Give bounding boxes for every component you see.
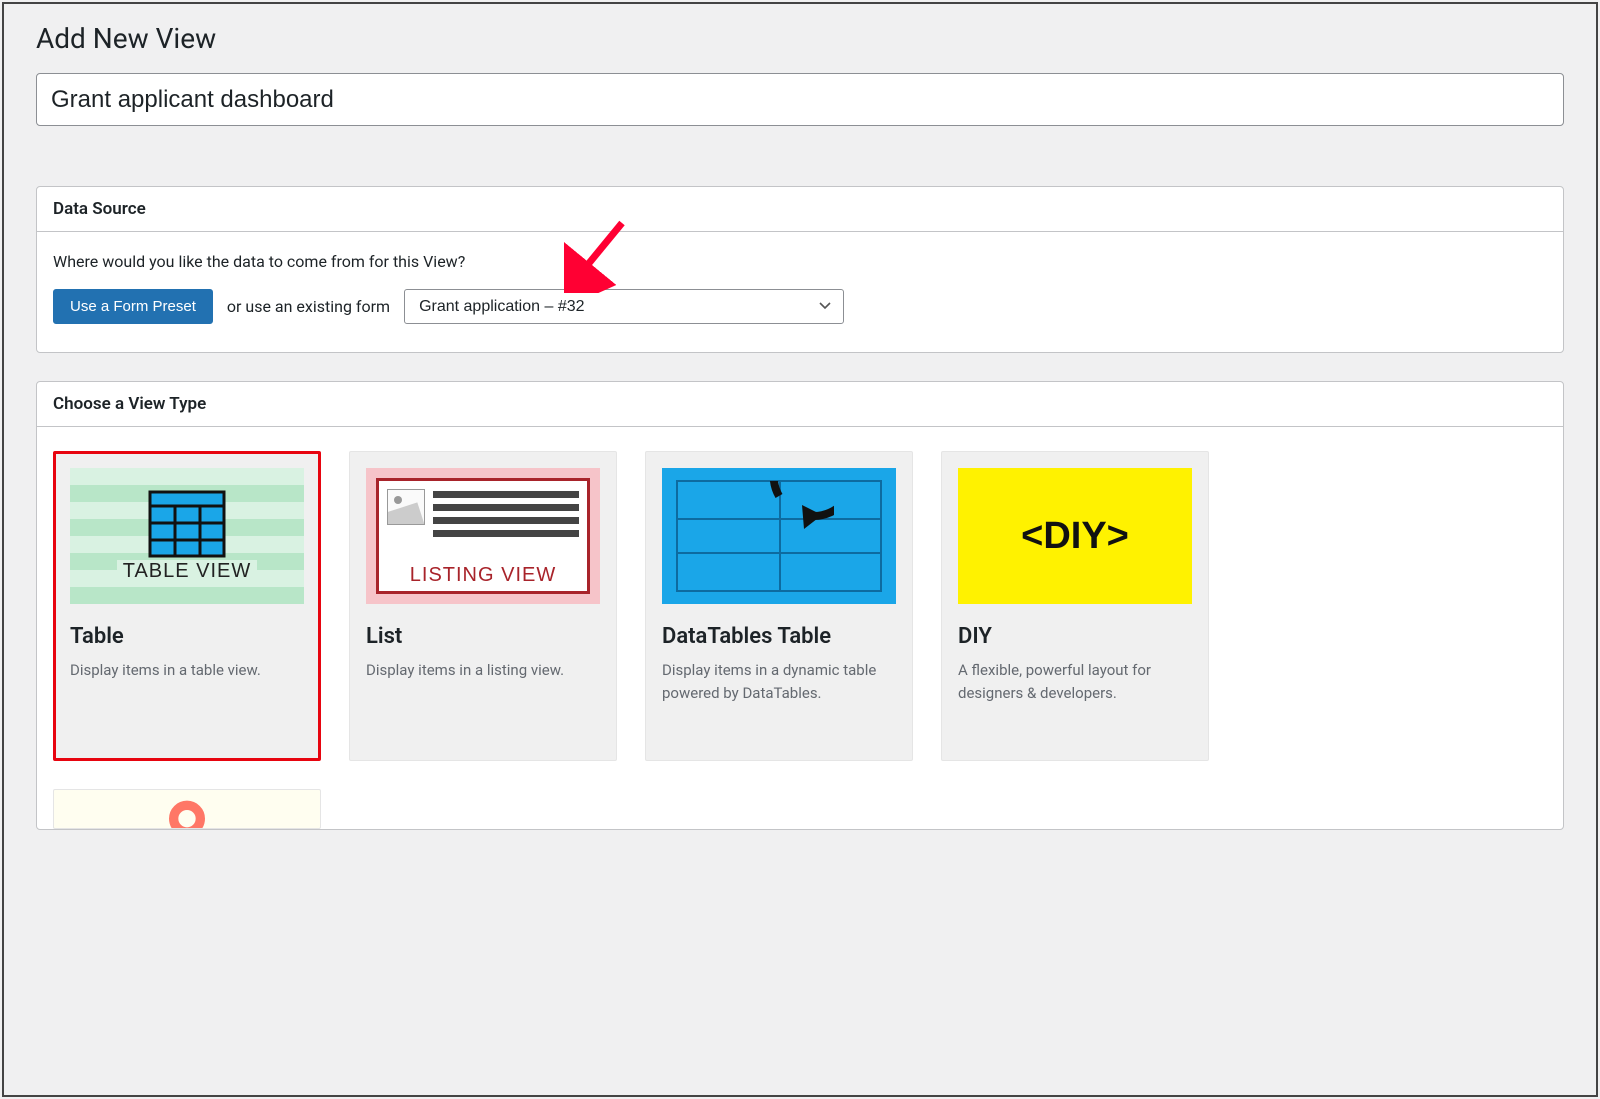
view-type-card-datatables[interactable]: DataTables Table Display items in a dyna… <box>645 451 913 761</box>
card-title: Table <box>70 624 304 649</box>
view-type-card-list[interactable]: LISTING VIEW List Display items in a lis… <box>349 451 617 761</box>
card-desc: A flexible, powerful layout for designer… <box>958 659 1192 704</box>
card-desc: Display items in a listing view. <box>366 659 600 682</box>
data-source-prompt: Where would you like the data to come fr… <box>53 252 1547 271</box>
existing-form-select[interactable]: Grant application – #32 <box>404 289 844 324</box>
thumb-caption: <DIY> <box>1021 515 1129 558</box>
view-type-card-table[interactable]: TABLE VIEW Table Display items in a tabl… <box>53 451 321 761</box>
use-form-preset-button[interactable]: Use a Form Preset <box>53 289 213 324</box>
data-source-heading: Data Source <box>37 187 1563 232</box>
table-view-thumb-icon: TABLE VIEW <box>70 468 304 604</box>
datatables-thumb-icon <box>662 468 896 604</box>
card-title: DataTables Table <box>662 624 896 649</box>
card-title: DIY <box>958 624 1192 649</box>
data-source-panel: Data Source Where would you like the dat… <box>36 186 1564 353</box>
diy-thumb-icon: <DIY> <box>958 468 1192 604</box>
card-desc: Display items in a dynamic table powered… <box>662 659 896 704</box>
card-title: List <box>366 624 600 649</box>
thumb-caption: LISTING VIEW <box>379 562 587 591</box>
view-type-card-partial[interactable] <box>53 789 321 829</box>
view-type-heading: Choose a View Type <box>37 382 1563 427</box>
page-title: Add New View <box>36 22 1564 55</box>
view-type-card-diy[interactable]: <DIY> DIY A flexible, powerful layout fo… <box>941 451 1209 761</box>
or-text: or use an existing form <box>227 297 390 316</box>
listing-view-thumb-icon: LISTING VIEW <box>366 468 600 604</box>
view-title-input[interactable] <box>36 73 1564 126</box>
card-desc: Display items in a table view. <box>70 659 304 682</box>
thumb-caption: TABLE VIEW <box>117 560 258 583</box>
view-type-panel: Choose a View Type TABLE VIEW <box>36 381 1564 830</box>
